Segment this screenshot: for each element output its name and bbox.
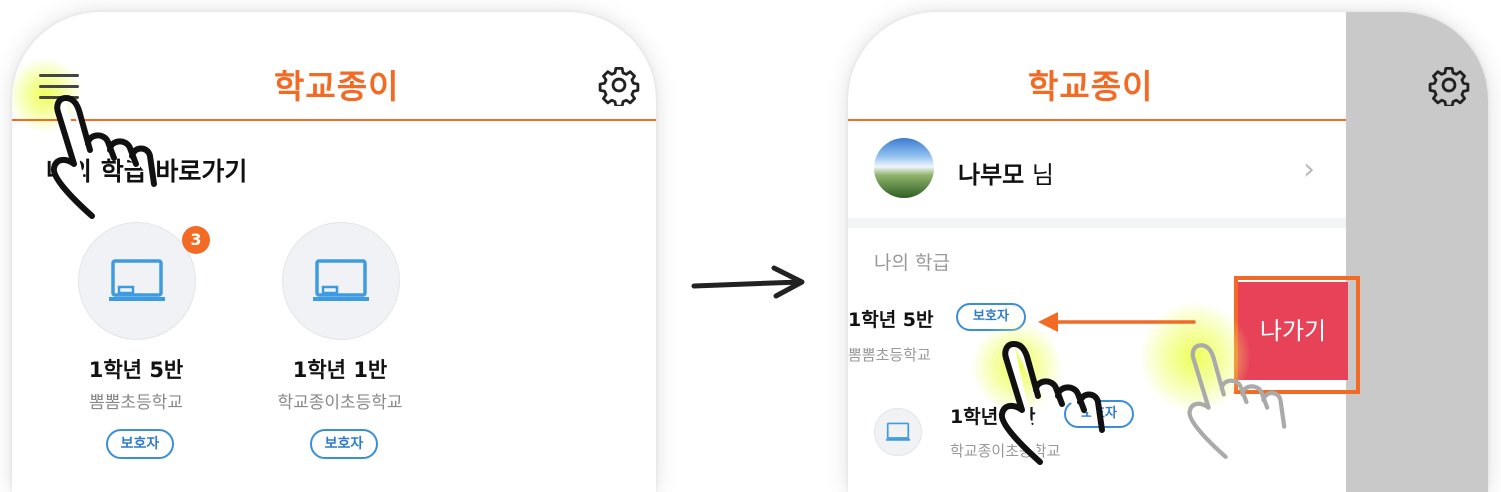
profile-name: 나부모 — [958, 161, 1025, 189]
class-icon-circle — [78, 222, 196, 340]
role-badge: 보호자 — [106, 429, 174, 459]
classroom-board-icon — [886, 422, 910, 441]
hand-pointer-icon — [998, 341, 1105, 465]
class-name: 1학년 1반 — [292, 358, 388, 382]
phone-screen-drawer: 학교종이 나부모 님 › 나의 학급 1학년 5반 보호자 뽐뽐초등학교 나가기… — [848, 12, 1488, 492]
class-icon-circle — [282, 222, 400, 340]
hand-pointer-icon — [50, 95, 157, 219]
avatar — [874, 138, 934, 198]
class-icon-circle — [874, 408, 922, 456]
class-card[interactable]: 1학년 1반 학교종이초등학교 보호자 — [240, 222, 440, 472]
notification-badge: 3 — [182, 226, 210, 254]
classroom-board-icon — [313, 259, 369, 301]
classroom-board-icon — [109, 259, 165, 301]
school-name: 학교종이초등학교 — [277, 393, 403, 413]
settings-gear-icon[interactable] — [598, 64, 640, 106]
profile-suffix: 님 — [1031, 161, 1054, 189]
my-classes-label: 나의 학급 — [874, 252, 950, 274]
header-divider — [848, 119, 1346, 121]
class-name: 1학년 5반 — [88, 358, 184, 382]
school-name: 뽐뽐초등학교 — [848, 346, 931, 364]
profile-row[interactable]: 나부모 님 — [958, 155, 1054, 190]
role-badge: 보호자 — [310, 429, 378, 459]
class-name[interactable]: 1학년 5반 — [848, 305, 934, 332]
phone-screen-home: 학교종이 나의 학급 바로가기 3 1학년 5반 뽐뽐초등학교 보호자 1학년 … — [12, 12, 656, 492]
app-title: 학교종이 — [1028, 67, 1154, 106]
chevron-right-icon[interactable]: › — [1303, 152, 1315, 187]
hand-pointer-icon — [1187, 343, 1287, 459]
arrow-right-icon — [691, 265, 805, 299]
arrow-left-icon — [1038, 312, 1196, 332]
settings-gear-icon[interactable] — [1428, 64, 1470, 106]
school-name: 뽐뽐초등학교 — [89, 393, 183, 413]
section-divider — [848, 218, 1346, 228]
class-card[interactable]: 3 1학년 5반 뽐뽐초등학교 보호자 — [36, 222, 236, 472]
app-title: 학교종이 — [274, 67, 400, 106]
